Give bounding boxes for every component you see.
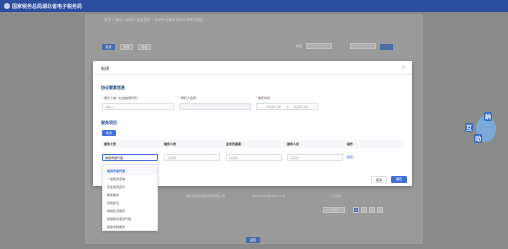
- back-button[interactable]: 返回: [246, 237, 260, 243]
- bg-row-status: 已报告: [332, 194, 342, 198]
- entrust-date-range[interactable]: 请选择日期 至 请选择日期: [256, 103, 318, 110]
- section-agreement-title: 协议要素信息: [101, 85, 125, 90]
- assistant-mascot-icon[interactable]: 纳 互 动: [464, 112, 502, 146]
- bg-export-button[interactable]: 导出: [138, 44, 151, 50]
- th-category: 服务大类: [104, 142, 117, 146]
- page-size-select[interactable]: 10 条/页: [323, 207, 345, 213]
- delete-row-link[interactable]: 删除: [347, 155, 353, 159]
- bg-edit-button[interactable]: 修改: [120, 44, 133, 50]
- site-title: 国家税务总局湖北省电子税务局: [12, 4, 83, 10]
- bg-search-button[interactable]: [380, 44, 393, 50]
- add-service-button[interactable]: 新增: [102, 130, 116, 136]
- th-subcategory: 服务小类: [164, 142, 177, 146]
- client-id-label: * 委托人统一社会信用代码: [102, 96, 138, 100]
- dropdown-option[interactable]: 其他税务事项代理: [103, 215, 157, 223]
- chevron-down-icon: ⌄: [337, 156, 340, 160]
- page-3-button[interactable]: 3: [369, 207, 375, 213]
- breadcrumb[interactable]: 首页 > 我的 > 纳税人信息报告 > 涉税专业服务机构办理情况报告: [104, 18, 203, 23]
- chevron-down-icon: ⌄: [276, 156, 279, 160]
- bg-row-period: 2023-09-06至2023-12-31: [252, 194, 286, 198]
- staff-select[interactable]: 请选择 ⌄: [287, 154, 343, 161]
- dialog-title: 新增: [101, 66, 109, 71]
- chevron-up-icon: ⌃: [152, 156, 155, 160]
- mascot-tag-3: 动: [474, 134, 483, 143]
- dialog-header: 新增 ×: [93, 61, 412, 75]
- bg-add-button[interactable]: 新增: [102, 44, 115, 50]
- dropdown-option[interactable]: 纳税情况审查: [103, 207, 157, 215]
- date-start-input[interactable]: 请选择日期: [266, 104, 281, 110]
- bg-filter-input[interactable]: [306, 43, 332, 49]
- client-name-input[interactable]: [179, 103, 251, 110]
- client-id-input[interactable]: 请输入: [102, 103, 174, 110]
- confirm-button[interactable]: 确定: [391, 176, 407, 183]
- entrust-date-label: * 委托时间: [256, 96, 271, 100]
- client-name-label: * 委托人名称: [179, 96, 197, 100]
- chevron-down-icon: ⌄: [214, 156, 217, 160]
- dropdown-option[interactable]: 纳税申报代理: [103, 167, 157, 175]
- th-period: 业务所属期: [226, 142, 242, 146]
- date-end-input[interactable]: 请选择日期: [293, 104, 308, 110]
- subcategory-select[interactable]: 请选择 ⌄: [164, 154, 220, 161]
- page-2-button[interactable]: 2: [361, 207, 367, 213]
- page-4-button[interactable]: 4: [377, 207, 383, 213]
- bg-filter-label: 状态: [296, 44, 303, 48]
- th-action: 操作: [347, 142, 354, 146]
- cancel-button[interactable]: 取消: [371, 176, 387, 183]
- th-staff: 服务人员: [287, 142, 300, 146]
- services-table-header: 服务大类 服务小类 业务所属期 服务人员 操作: [102, 140, 404, 148]
- dropdown-option[interactable]: 其他涉税服务: [103, 223, 157, 231]
- dropdown-option[interactable]: 专业税务顾问: [103, 183, 157, 191]
- date-separator: 至: [286, 105, 290, 109]
- bg-filter-input-2[interactable]: [350, 43, 376, 49]
- section-services-title: 服务项目: [101, 120, 117, 125]
- category-dropdown: 纳税申报代理 一般税务咨询 专业税务顾问 税收策划 涉税鉴证 纳税情况审查 其他…: [102, 164, 158, 231]
- close-icon[interactable]: ×: [402, 65, 405, 71]
- dropdown-option[interactable]: 涉税鉴证: [103, 199, 157, 207]
- mascot-tag-2: 互: [465, 123, 474, 132]
- page-1-button[interactable]: 1: [353, 207, 359, 213]
- bg-row-name: 湖北某税务师事务所有限公司: [186, 194, 226, 198]
- dropdown-option[interactable]: 税收策划: [103, 191, 157, 199]
- top-banner: 国家税务总局湖北省电子税务局: [0, 0, 508, 12]
- dropdown-option[interactable]: 一般税务咨询: [103, 175, 157, 183]
- period-select[interactable]: 请选择 ⌄: [226, 154, 282, 161]
- category-select[interactable]: 纳税申报代理 ⌃: [102, 154, 158, 161]
- mascot-tag-1: 纳: [484, 112, 493, 121]
- tax-logo-icon: [4, 3, 10, 9]
